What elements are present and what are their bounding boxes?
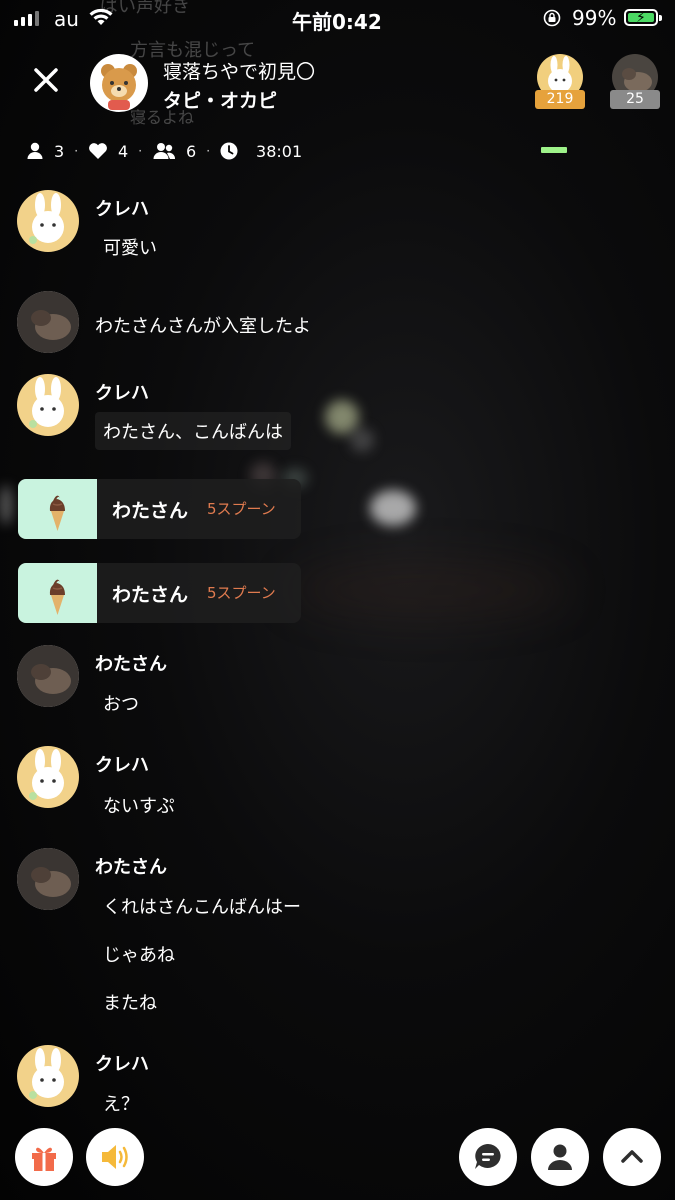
- status-bar: au 午前0:42 99% ⚡: [0, 0, 675, 38]
- live-room-screen: ぱい声好き 方言も混じって 寝るよね au 午前0:42 99% ⚡ 寝落ちやで…: [0, 0, 675, 1200]
- separator-dot: ·: [206, 144, 211, 158]
- volume-button[interactable]: [86, 1128, 144, 1186]
- user-avatar[interactable]: [17, 746, 79, 808]
- message-text: わたさん、こんばんは: [95, 412, 291, 450]
- gift-amount: 5スプーン: [207, 500, 276, 518]
- gift-sender[interactable]: わたさん: [112, 580, 188, 607]
- system-message: わたさんさんが入室したよ: [95, 316, 311, 337]
- message-text: またね: [103, 993, 157, 1014]
- message-username[interactable]: わたさん: [95, 853, 167, 879]
- message-text: おつ: [103, 694, 139, 715]
- carrier-label: au: [54, 7, 79, 31]
- duration-time: 38:01: [256, 141, 303, 161]
- ice-cream-icon: [49, 579, 65, 615]
- duration-stat: 38:01: [220, 142, 302, 161]
- message-username[interactable]: クレハ: [95, 751, 149, 777]
- message-text: 可愛い: [103, 238, 157, 259]
- bunny-icon: [29, 749, 64, 800]
- gift-button[interactable]: [15, 1128, 73, 1186]
- bunny-icon: [29, 193, 64, 244]
- host-avatar[interactable]: [90, 54, 148, 112]
- rotation-lock-icon: [543, 9, 561, 27]
- gift-box-icon: [32, 1147, 56, 1171]
- background-light: [370, 490, 416, 526]
- status-time: 午前0:42: [292, 10, 382, 34]
- background-light: [0, 485, 12, 525]
- user-avatar[interactable]: [17, 291, 79, 353]
- speaker-icon: [102, 1145, 128, 1169]
- members-count: 6: [186, 141, 197, 161]
- background-light: [325, 400, 359, 434]
- listeners-count: 3: [54, 141, 65, 161]
- chevron-up-icon: [621, 1150, 643, 1163]
- profile-button[interactable]: [531, 1128, 589, 1186]
- user-avatar[interactable]: [17, 190, 79, 252]
- person-icon: [548, 1144, 572, 1170]
- chat-button[interactable]: [459, 1128, 517, 1186]
- person-icon: [27, 142, 43, 159]
- clock-icon: [220, 142, 238, 160]
- user-avatar[interactable]: [17, 374, 79, 436]
- user-avatar[interactable]: [17, 1045, 79, 1107]
- bunny-icon: [29, 377, 64, 428]
- close-button[interactable]: [28, 62, 64, 98]
- bunny-icon: [29, 1048, 64, 1099]
- separator-dot: ·: [74, 144, 79, 158]
- background-light: [350, 428, 374, 452]
- listeners-stat: 3: [26, 142, 64, 161]
- cat-photo-icon: [17, 645, 79, 707]
- wifi-icon: [89, 8, 113, 25]
- gift-icon-box: [18, 563, 97, 623]
- message-text: じゃあね: [103, 945, 175, 966]
- message-username[interactable]: クレハ: [95, 379, 149, 405]
- battery-icon: ⚡: [624, 9, 662, 26]
- background-light: [290, 560, 570, 620]
- listener-score: 219: [535, 90, 585, 109]
- gift-icon-box: [18, 479, 97, 539]
- battery-percent: 99%: [572, 6, 617, 30]
- live-indicator: [541, 147, 567, 153]
- top-listener-1[interactable]: 219: [535, 54, 585, 110]
- message-username[interactable]: クレハ: [95, 1050, 149, 1076]
- stats-row: 3 · 4 · 6 · 38:01: [26, 140, 302, 162]
- cat-photo-icon: [17, 848, 79, 910]
- message-username[interactable]: わたさん: [95, 650, 167, 676]
- top-listener-2[interactable]: 25: [610, 54, 660, 110]
- user-avatar[interactable]: [17, 848, 79, 910]
- likes-count: 4: [118, 141, 129, 161]
- host-name[interactable]: タピ・オカピ: [163, 86, 277, 113]
- gift-amount: 5スプーン: [207, 584, 276, 602]
- likes-stat: 4: [88, 142, 128, 161]
- signal-icon: [14, 10, 39, 26]
- gift-message: わたさん 5スプーン: [18, 479, 301, 539]
- members-stat: 6: [152, 142, 196, 161]
- people-icon: [153, 143, 176, 159]
- message-text: くれはさんこんばんはー: [103, 897, 301, 918]
- gift-message: わたさん 5スプーン: [18, 563, 301, 623]
- room-title: 寝落ちやで初見〇: [163, 61, 316, 83]
- ice-cream-icon: [49, 495, 65, 531]
- bear-icon: [101, 64, 137, 110]
- separator-dot: ·: [138, 144, 143, 158]
- message-text: ないすぷ: [103, 796, 175, 817]
- heart-icon: [89, 143, 107, 159]
- message-username[interactable]: クレハ: [95, 195, 149, 221]
- cat-photo-icon: [17, 291, 79, 353]
- message-text: え？: [103, 1094, 139, 1115]
- user-avatar[interactable]: [17, 645, 79, 707]
- chat-bubble-icon: [475, 1144, 501, 1169]
- listener-score: 25: [610, 90, 660, 109]
- gift-sender[interactable]: わたさん: [112, 496, 188, 523]
- expand-button[interactable]: [603, 1128, 661, 1186]
